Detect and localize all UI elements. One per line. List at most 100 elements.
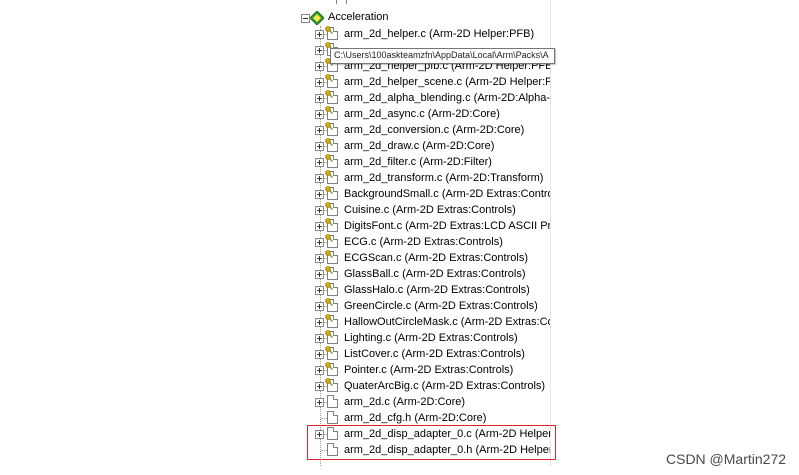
tree-group-acceleration[interactable]: Acceleration [296, 10, 550, 26]
expand-icon[interactable] [315, 110, 324, 119]
source-file-key-icon [325, 362, 338, 376]
file-label: arm_2d_filter.c (Arm-2D:Filter) [344, 156, 492, 168]
tree-file-item[interactable]: arm_2d_conversion.c (Arm-2D:Core) [296, 122, 550, 138]
tree-file-item[interactable]: GlassBall.c (Arm-2D Extras:Controls) [296, 266, 550, 282]
source-file-key-icon [325, 74, 338, 88]
source-file-icon [327, 395, 338, 408]
tree-file-item[interactable]: GlassHalo.c (Arm-2D Extras:Controls) [296, 282, 550, 298]
key-icon [325, 234, 333, 242]
file-label: arm_2d_conversion.c (Arm-2D:Core) [344, 124, 525, 136]
key-icon [325, 314, 333, 322]
tree-file-item[interactable]: arm_2d_helper.c (Arm-2D Helper:PFB) [296, 26, 550, 42]
key-icon [325, 362, 333, 370]
expand-icon[interactable] [315, 190, 324, 199]
source-file-key-icon [325, 266, 338, 280]
expand-icon[interactable] [315, 334, 324, 343]
key-icon [325, 282, 333, 290]
collapse-icon[interactable] [301, 14, 310, 23]
expand-icon[interactable] [315, 222, 324, 231]
tree-file-item[interactable]: arm_2d_cfg.h (Arm-2D:Core) [296, 410, 550, 426]
expand-icon[interactable] [315, 270, 324, 279]
expand-icon[interactable] [315, 46, 324, 55]
tree-file-item[interactable]: arm_2d_transform.c (Arm-2D:Transform) [296, 170, 550, 186]
source-file-key-icon [325, 378, 338, 392]
key-icon [325, 186, 333, 194]
file-label: QuaterArcBig.c (Arm-2D Extras:Controls) [344, 380, 546, 392]
tree-file-item[interactable]: QuaterArcBig.c (Arm-2D Extras:Controls) [296, 378, 550, 394]
expand-icon[interactable] [315, 318, 324, 327]
tree-file-item[interactable]: arm_2d_filter.c (Arm-2D:Filter) [296, 154, 550, 170]
source-file-key-icon [325, 218, 338, 232]
tree-file-item[interactable]: arm_2d_async.c (Arm-2D:Core) [296, 106, 550, 122]
tree-file-item[interactable]: Cuisine.c (Arm-2D Extras:Controls) [296, 202, 550, 218]
expand-icon[interactable] [315, 78, 324, 87]
tree-file-item[interactable]: arm_2d_alpha_blending.c (Arm-2D:Alpha-Bl… [296, 90, 550, 106]
tree-file-item[interactable]: ListCover.c (Arm-2D Extras:Controls) [296, 346, 550, 362]
file-label: ListCover.c (Arm-2D Extras:Controls) [344, 348, 525, 360]
tree-file-item[interactable]: ECGScan.c (Arm-2D Extras:Controls) [296, 250, 550, 266]
expand-icon[interactable] [315, 254, 324, 263]
file-list: arm_2d_helper.c (Arm-2D Helper:PFB) arm_2… [296, 26, 550, 458]
highlight-annotation-box [307, 425, 556, 460]
source-file-key-icon [325, 138, 338, 152]
source-file-key-icon [325, 186, 338, 200]
source-file-key-icon [325, 90, 338, 104]
source-file-key-icon [325, 122, 338, 136]
tree-file-item[interactable]: arm_2d_draw.c (Arm-2D:Core) [296, 138, 550, 154]
expand-icon[interactable] [315, 350, 324, 359]
expand-icon[interactable] [315, 366, 324, 375]
expand-icon[interactable] [315, 62, 324, 71]
file-label: ECG.c (Arm-2D Extras:Controls) [344, 236, 503, 248]
expand-icon[interactable] [315, 142, 324, 151]
file-label: arm_2d.c (Arm-2D:Core) [344, 396, 466, 408]
expand-icon[interactable] [315, 382, 324, 391]
source-file-key-icon [325, 298, 338, 312]
key-icon [325, 106, 333, 114]
file-label: arm_2d_helper.c (Arm-2D Helper:PFB) [344, 28, 535, 40]
expand-icon[interactable] [315, 158, 324, 167]
tree-file-item[interactable]: DigitsFont.c (Arm-2D Extras:LCD ASCII Pr… [296, 218, 550, 234]
file-label: Pointer.c (Arm-2D Extras:Controls) [344, 364, 514, 376]
key-icon [325, 218, 333, 226]
file-icon [336, 0, 347, 4]
expand-icon[interactable] [315, 206, 324, 215]
file-label: arm_2d_transform.c (Arm-2D:Transform) [344, 172, 544, 184]
key-icon [325, 170, 333, 178]
file-label: DigitsFont.c (Arm-2D Extras:LCD ASCII Pr… [344, 220, 550, 232]
expand-icon[interactable] [315, 30, 324, 39]
file-label: ECGScan.c (Arm-2D Extras:Controls) [344, 252, 528, 264]
key-icon [325, 154, 333, 162]
source-file-key-icon [325, 170, 338, 184]
file-label: BackgroundSmall.c (Arm-2D Extras:Control… [344, 188, 550, 200]
tree-file-item[interactable]: ECG.c (Arm-2D Extras:Controls) [296, 234, 550, 250]
tree-file-item[interactable]: Lighting.c (Arm-2D Extras:Controls) [296, 330, 550, 346]
source-file-key-icon [325, 314, 338, 328]
expand-icon[interactable] [315, 398, 324, 407]
component-group-icon [310, 11, 324, 25]
file-label: arm_2d_async.c (Arm-2D:Core) [344, 108, 500, 120]
key-icon [325, 74, 333, 82]
file-label: GreenCircle.c (Arm-2D Extras:Controls) [344, 300, 538, 312]
tree-file-item[interactable]: arm_2d_helper_scene.c (Arm-2D Helper:PFB… [296, 74, 550, 90]
tree-file-item[interactable]: BackgroundSmall.c (Arm-2D Extras:Control… [296, 186, 550, 202]
expand-icon[interactable] [315, 238, 324, 247]
tree-file-item[interactable]: HallowOutCircleMask.c (Arm-2D Extras:Con… [296, 314, 550, 330]
tree-scrollbar[interactable] [550, 0, 551, 466]
tree-file-item[interactable]: GreenCircle.c (Arm-2D Extras:Controls) [296, 298, 550, 314]
expand-icon[interactable] [315, 174, 324, 183]
source-file-key-icon [325, 330, 338, 344]
project-tree[interactable]: Acceleration arm_2d_helper.c (Arm-2D Hel… [296, 0, 550, 466]
file-label: Cuisine.c (Arm-2D Extras:Controls) [344, 204, 516, 216]
tree-file-item[interactable]: Pointer.c (Arm-2D Extras:Controls) [296, 362, 550, 378]
file-label: GlassBall.c (Arm-2D Extras:Controls) [344, 268, 526, 280]
key-icon [325, 26, 333, 34]
source-file-key-icon [325, 202, 338, 216]
expand-icon[interactable] [315, 286, 324, 295]
file-label: Lighting.c (Arm-2D Extras:Controls) [344, 332, 518, 344]
expand-icon[interactable] [315, 126, 324, 135]
expand-icon[interactable] [315, 302, 324, 311]
tree-file-item[interactable]: arm_2d.c (Arm-2D:Core) [296, 394, 550, 410]
file-label: GlassHalo.c (Arm-2D Extras:Controls) [344, 284, 530, 296]
group-label: Acceleration [328, 11, 389, 23]
expand-icon[interactable] [315, 94, 324, 103]
